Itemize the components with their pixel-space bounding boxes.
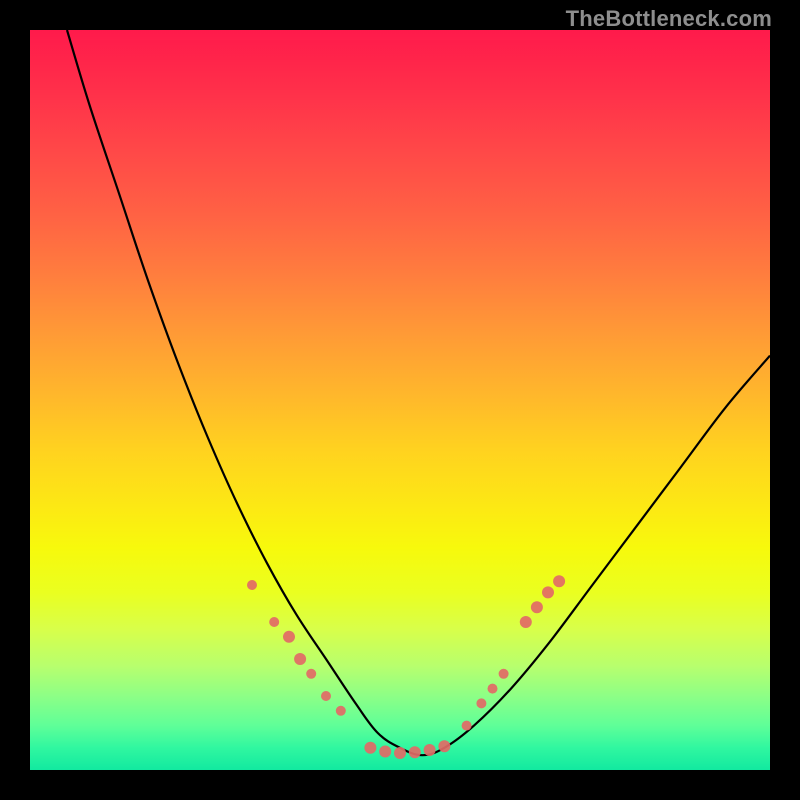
curve-marker	[409, 746, 421, 758]
curve-marker	[462, 721, 472, 731]
curve-marker	[488, 684, 498, 694]
curve-marker	[364, 742, 376, 754]
plot-svg	[30, 30, 770, 770]
curve-marker	[520, 616, 532, 628]
curve-markers	[247, 575, 565, 759]
curve-marker	[542, 586, 554, 598]
curve-marker	[424, 744, 436, 756]
curve-marker	[306, 669, 316, 679]
curve-marker	[269, 617, 279, 627]
curve-marker	[379, 746, 391, 758]
watermark-text: TheBottleneck.com	[566, 6, 772, 32]
curve-marker	[247, 580, 257, 590]
bottleneck-curve	[67, 30, 770, 755]
chart-frame: TheBottleneck.com	[0, 0, 800, 800]
curve-marker	[294, 653, 306, 665]
plot-area	[30, 30, 770, 770]
curve-marker	[336, 706, 346, 716]
curve-marker	[531, 601, 543, 613]
curve-marker	[499, 669, 509, 679]
curve-marker	[553, 575, 565, 587]
curve-marker	[438, 740, 450, 752]
curve-marker	[476, 698, 486, 708]
curve-marker	[283, 631, 295, 643]
curve-marker	[394, 747, 406, 759]
curve-marker	[321, 691, 331, 701]
